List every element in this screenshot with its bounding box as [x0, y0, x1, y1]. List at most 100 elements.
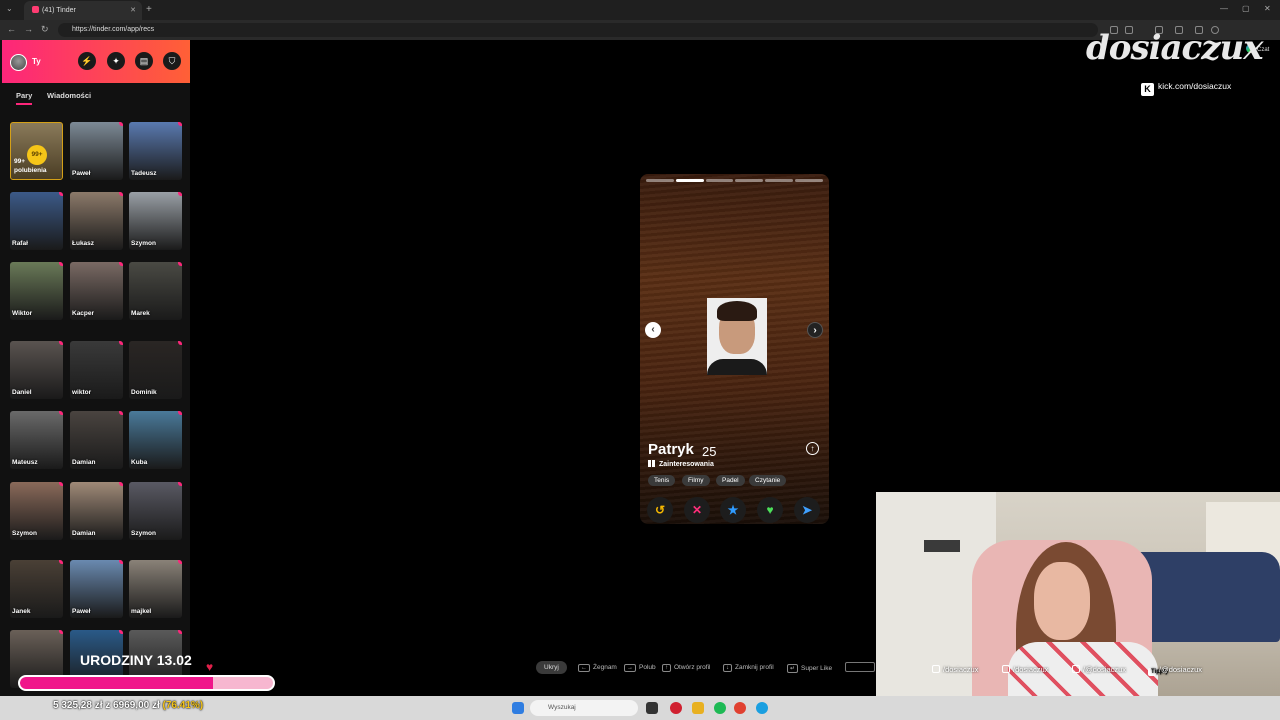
- photo-hair: [717, 301, 757, 321]
- space-key-icon: [845, 662, 875, 672]
- instagram-icon: [932, 665, 940, 673]
- nope-icon[interactable]: ✕: [684, 497, 710, 523]
- match-tile[interactable]: Damian: [70, 411, 123, 469]
- match-name: Łukasz: [72, 240, 95, 247]
- match-name: wiktor: [72, 389, 92, 396]
- goal-title: URODZINY 13.02: [80, 652, 192, 668]
- rewind-icon[interactable]: ↺: [647, 497, 673, 523]
- match-tile[interactable]: Łukasz: [70, 192, 123, 250]
- likes-label-line1: 99+: [14, 158, 26, 165]
- chrome-icon[interactable]: [734, 702, 746, 714]
- previous-photo-icon[interactable]: ‹: [645, 322, 661, 338]
- match-tile[interactable]: Paweł: [70, 122, 123, 180]
- streamer-face: [1034, 562, 1090, 640]
- briefcase-icon[interactable]: ▤: [135, 52, 153, 70]
- url-input[interactable]: https://tinder.com/app/recs: [58, 23, 1098, 37]
- match-tile[interactable]: Daniel: [10, 341, 63, 399]
- interest-chip: Czytanie: [749, 475, 787, 486]
- match-tile[interactable]: Rafał: [10, 192, 63, 250]
- new-match-dot: [59, 560, 63, 564]
- avatar[interactable]: [10, 54, 27, 71]
- shield-icon[interactable]: ⛉: [163, 52, 181, 70]
- back-icon[interactable]: ←: [7, 24, 16, 34]
- goal-amount: 5 325,28 zł z 6969,00 zł (76.41%): [53, 700, 203, 711]
- photo-progress-segment: [765, 179, 794, 182]
- matches-sidebar: Ty ⚡ ✦ ▤ ⛉ Pary Wiadomości 99+ 99+ polubi…: [0, 40, 190, 696]
- tab-matches[interactable]: Pary: [16, 91, 33, 105]
- tab-messages[interactable]: Wiadomości: [47, 91, 91, 100]
- tinder-favicon-icon: [32, 6, 39, 13]
- match-name: Daniel: [12, 389, 32, 396]
- match-name: Janek: [12, 608, 31, 615]
- likes-label: 99+ polubienia: [14, 157, 47, 175]
- kick-icon: K: [1141, 83, 1154, 96]
- photo-progress-bars: [646, 179, 823, 182]
- likes-you-tile[interactable]: 99+ 99+ polubienia: [10, 122, 63, 180]
- new-match-dot: [119, 122, 123, 126]
- new-match-dot: [59, 630, 63, 634]
- tipply-badge: Tipply: [1148, 668, 1169, 676]
- minimize-icon[interactable]: —: [1220, 4, 1228, 13]
- shortcut-open-label: Otwórz profil: [674, 664, 711, 671]
- new-match-dot: [178, 341, 182, 345]
- match-tile[interactable]: Kuba: [129, 411, 182, 469]
- streamer-logo: dosiaczux: [1086, 28, 1264, 68]
- match-tile[interactable]: Damian: [70, 482, 123, 540]
- profile-age: 25: [702, 444, 717, 459]
- hide-shortcuts-button[interactable]: Ukryj: [536, 661, 567, 674]
- like-icon[interactable]: ♥: [757, 497, 783, 523]
- match-tile[interactable]: Tadeusz: [129, 122, 182, 180]
- close-tab-icon[interactable]: ✕: [130, 6, 136, 14]
- match-tile[interactable]: Mateusz: [10, 411, 63, 469]
- shortcut-nope: ← Żegnam: [578, 664, 617, 672]
- match-tile[interactable]: Szymon: [129, 482, 182, 540]
- profile-info-icon[interactable]: ↑: [806, 442, 819, 455]
- tipply-handle: Tipply/@dosiaczux: [1148, 665, 1202, 676]
- goal-progress-bar: [18, 675, 275, 691]
- restore-icon[interactable]: ▢: [1242, 4, 1250, 13]
- explore-icon[interactable]: ✦: [107, 52, 125, 70]
- shortcut-like: → Polub: [624, 664, 656, 672]
- new-match-dot: [119, 630, 123, 634]
- left-key-icon: ←: [578, 664, 590, 672]
- boost-icon[interactable]: ➤: [794, 497, 820, 523]
- match-tile[interactable]: Szymon: [129, 192, 182, 250]
- taskbar-search-input[interactable]: Wyszukaj: [530, 700, 638, 716]
- match-tile[interactable]: wiktor: [70, 341, 123, 399]
- goal-progress-fill: [20, 677, 214, 689]
- new-match-dot: [178, 630, 182, 634]
- new-tab-button[interactable]: +: [146, 4, 152, 15]
- new-match-dot: [119, 560, 123, 564]
- match-tile[interactable]: Wiktor: [10, 262, 63, 320]
- match-name: Damian: [72, 530, 96, 537]
- file-explorer-icon[interactable]: [692, 702, 704, 714]
- reload-icon[interactable]: ↻: [41, 24, 49, 35]
- new-match-dot: [178, 262, 182, 266]
- super-like-icon[interactable]: ★: [720, 497, 746, 523]
- match-tile[interactable]: majkel: [129, 560, 182, 618]
- up-key-icon: ↑: [662, 664, 671, 672]
- match-tile[interactable]: Dominik: [129, 341, 182, 399]
- match-name: Kuba: [131, 459, 148, 466]
- forward-icon[interactable]: →: [24, 24, 33, 34]
- new-match-dot: [178, 482, 182, 486]
- close-window-icon[interactable]: ✕: [1264, 4, 1271, 13]
- user-label[interactable]: Ty: [32, 57, 41, 66]
- match-name: Kacper: [72, 310, 95, 317]
- task-view-icon[interactable]: [646, 702, 658, 714]
- edge-icon[interactable]: [756, 702, 768, 714]
- goal-amount-text: 5 325,28 zł z 6969,00 zł: [53, 700, 160, 711]
- shortcut-super-label: Super Like: [801, 665, 833, 672]
- match-tile[interactable]: Marek: [129, 262, 182, 320]
- spotify-icon[interactable]: [714, 702, 726, 714]
- windows-start-icon[interactable]: [512, 702, 524, 714]
- match-tile[interactable]: Janek: [10, 560, 63, 618]
- boost-icon[interactable]: ⚡: [78, 52, 96, 70]
- app-icon[interactable]: [670, 702, 682, 714]
- match-tile[interactable]: Szymon: [10, 482, 63, 540]
- browser-tab[interactable]: (41) Tinder ✕: [24, 1, 142, 20]
- next-photo-icon[interactable]: ›: [807, 322, 823, 338]
- match-tile[interactable]: Kacper: [70, 262, 123, 320]
- tab-menu-icon[interactable]: ⌄: [6, 4, 13, 13]
- match-tile[interactable]: Paweł: [70, 560, 123, 618]
